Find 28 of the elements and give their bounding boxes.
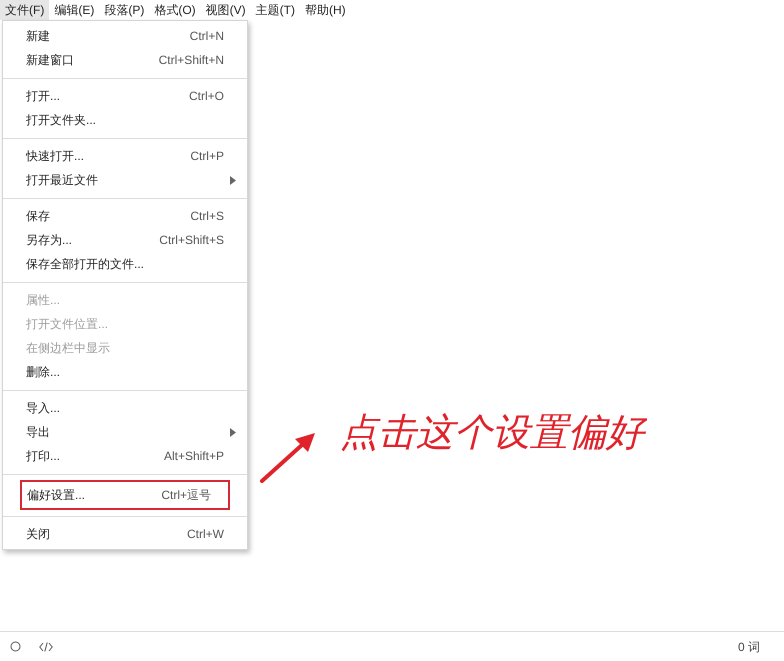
arrow-icon xyxy=(259,430,317,484)
menu-item[interactable]: 关闭 Ctrl+W xyxy=(3,522,247,546)
menu-item[interactable]: 导入... xyxy=(3,396,247,420)
menu-bar-item[interactable]: 帮助(H) xyxy=(300,0,351,20)
menu-bar-item[interactable]: 主题(T) xyxy=(250,0,300,20)
menu-bar-item[interactable]: 文件(F) xyxy=(0,0,50,20)
menu-item[interactable]: 快速打开... Ctrl+P xyxy=(3,144,247,168)
submenu-arrow-icon xyxy=(230,428,236,436)
word-count: 0 词 xyxy=(738,638,760,656)
menu-bar-item[interactable]: 视图(V) xyxy=(200,0,251,20)
submenu-arrow-icon xyxy=(230,176,236,184)
menu-item[interactable]: 打开... Ctrl+O xyxy=(3,84,247,108)
code-icon[interactable] xyxy=(39,642,53,652)
menu-item[interactable]: 删除... xyxy=(3,360,247,384)
menu-bar-item[interactable]: 编辑(E) xyxy=(49,0,100,20)
menu-item[interactable]: 导出 xyxy=(3,420,247,444)
menu-item[interactable]: 偏好设置... Ctrl+逗号 xyxy=(20,480,230,510)
menu-item[interactable]: 新建 Ctrl+N xyxy=(3,24,247,48)
menu-item[interactable]: 打开最近文件 xyxy=(3,168,247,192)
menu-bar-item[interactable]: 段落(P) xyxy=(99,0,150,20)
menu-bar-item[interactable]: 格式(O) xyxy=(149,0,201,20)
menu-item[interactable]: 新建窗口 Ctrl+Shift+N xyxy=(3,48,247,72)
circle-icon[interactable] xyxy=(10,641,21,652)
menu-item[interactable]: 保存 Ctrl+S xyxy=(3,204,247,228)
menu-item[interactable]: 打开文件夹... xyxy=(3,108,247,132)
menu-item[interactable]: 打印... Alt+Shift+P xyxy=(3,444,247,468)
menu-item[interactable]: 另存为... Ctrl+Shift+S xyxy=(3,228,247,252)
menu-item[interactable]: 保存全部打开的文件... xyxy=(3,252,247,276)
